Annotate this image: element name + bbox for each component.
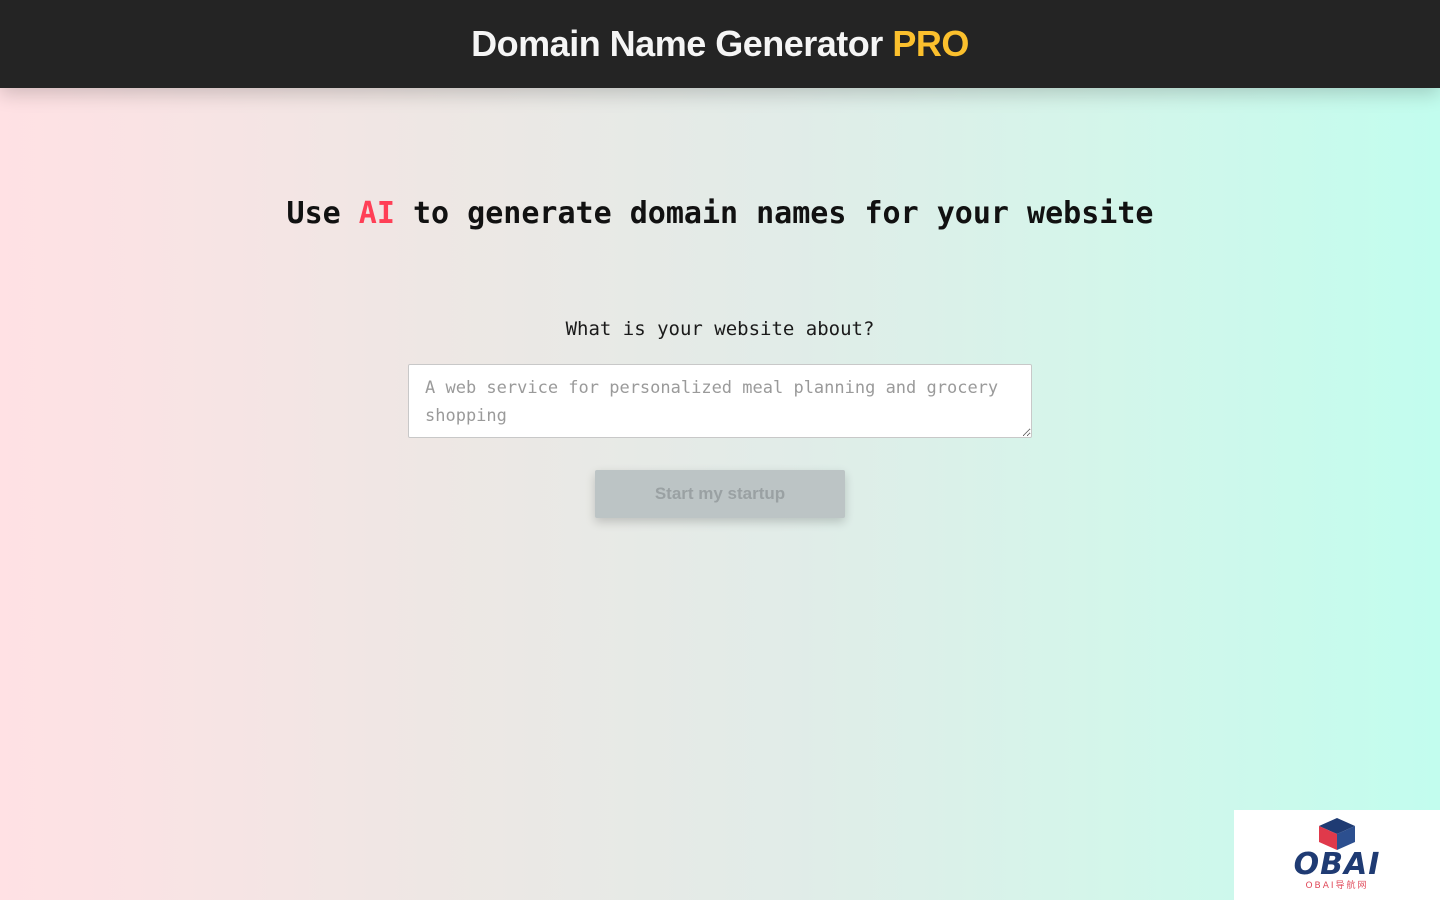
app-title: Domain Name Generator PRO — [471, 23, 969, 65]
watermark-brand: OBAI — [1293, 847, 1381, 882]
app-header: Domain Name Generator PRO — [0, 0, 1440, 88]
website-description-input[interactable] — [408, 364, 1032, 438]
obai-watermark: OBAI OBAI导航网 — [1234, 810, 1440, 900]
page-headline: Use AI to generate domain names for your… — [0, 196, 1440, 231]
headline-ai: AI — [358, 196, 395, 231]
app-title-pro: PRO — [892, 23, 969, 64]
description-field-wrap — [408, 364, 1032, 438]
headline-pre: Use — [286, 196, 341, 231]
headline-post: to generate domain names for your websit… — [412, 196, 1154, 231]
website-question-label: What is your website about? — [565, 318, 875, 340]
start-startup-button[interactable]: Start my startup — [595, 470, 845, 518]
watermark-subtitle: OBAI导航网 — [1305, 881, 1369, 891]
app-title-text: Domain Name Generator — [471, 23, 883, 64]
